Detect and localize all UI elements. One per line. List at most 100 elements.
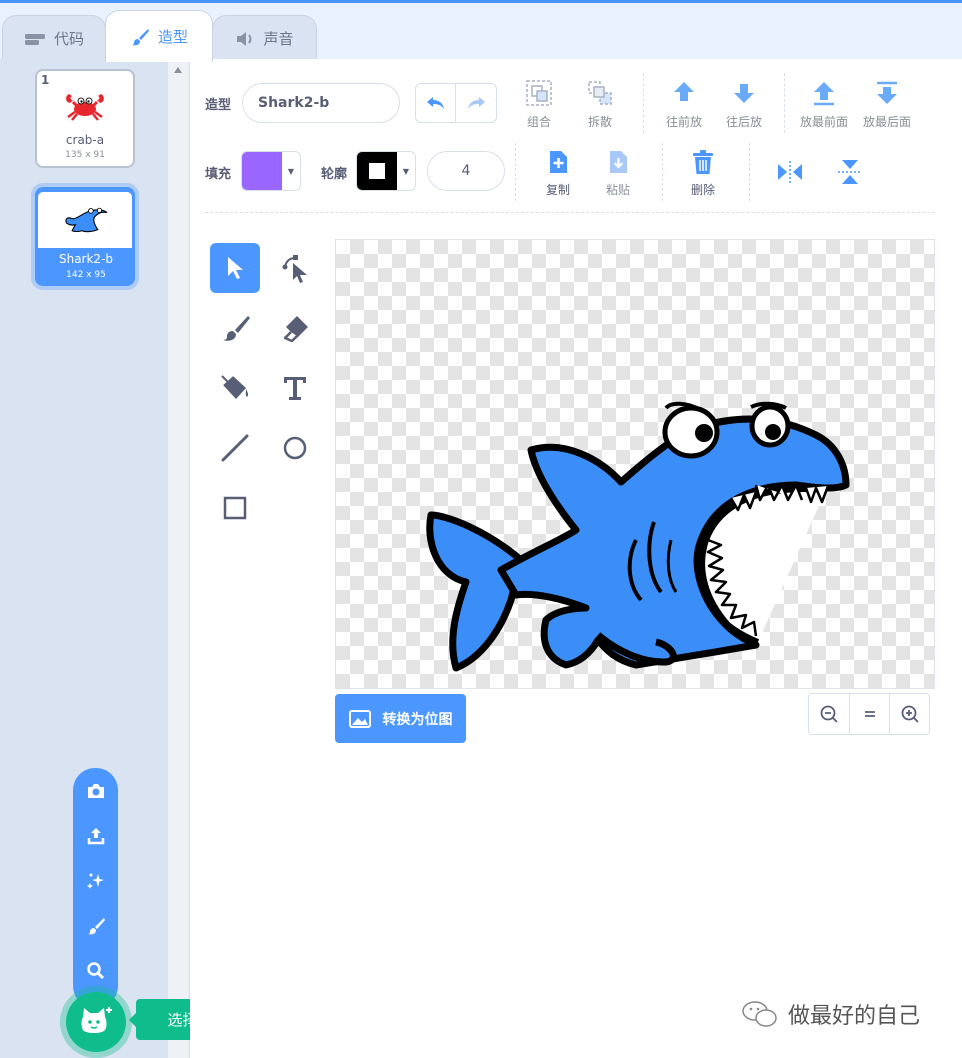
text-tool[interactable] <box>270 363 320 413</box>
zoom-controls <box>808 693 930 735</box>
backward-button[interactable]: 往后放 <box>726 79 762 130</box>
paint-editor: 造型 Shark2-b 组合 拆散 往前放 往后放 放最前面 放最后面 填充 ▼… <box>190 59 962 1058</box>
toolbar-separator <box>749 143 750 201</box>
circle-tool[interactable] <box>270 423 320 473</box>
brush-icon <box>131 28 149 45</box>
arrow-up-icon <box>674 82 694 101</box>
watermark: 做最好的自己 <box>740 996 920 1032</box>
to-back-icon <box>877 81 897 104</box>
zoom-out-button[interactable] <box>809 694 849 734</box>
undo-redo-group <box>415 83 497 123</box>
to-back-label: 放最后面 <box>863 115 912 129</box>
shark-costume-drawing[interactable] <box>336 240 935 689</box>
add-costume-menu <box>73 768 118 1008</box>
costume-size: 135 x 91 <box>65 150 105 160</box>
fill-tool[interactable] <box>210 363 260 413</box>
brush-tool[interactable] <box>210 303 260 353</box>
undo-button[interactable] <box>416 84 456 122</box>
outline-size-input[interactable]: 4 <box>427 151 505 191</box>
costume-item-crab[interactable]: 1 crab-a 135 x 91 <box>35 69 135 168</box>
paste-icon <box>610 151 627 173</box>
camera-button[interactable] <box>73 776 118 806</box>
paint-button[interactable] <box>73 911 118 941</box>
scroll-up-arrow-icon[interactable] <box>174 67 182 73</box>
costume-name: Shark2-b <box>58 252 114 266</box>
costume-thumbnail <box>37 81 133 131</box>
to-front-button[interactable]: 放最前面 <box>800 79 848 130</box>
to-back-button[interactable]: 放最后面 <box>863 79 911 130</box>
redo-button[interactable] <box>456 84 496 122</box>
costume-list-scrollbar[interactable] <box>168 59 188 1058</box>
chevron-down-icon: ▼ <box>287 166 295 176</box>
copy-button[interactable]: 复制 <box>545 149 571 198</box>
costume-name: crab-a <box>65 133 105 147</box>
costume-item-shark-selected[interactable]: 2 ✕ Shark2-b 142 x 95 <box>35 187 135 286</box>
redo-icon <box>468 97 485 109</box>
tab-code[interactable]: 代码 <box>2 15 106 61</box>
trash-icon <box>693 150 713 174</box>
arrow-down-icon <box>734 84 754 103</box>
ungroup-icon <box>588 81 612 105</box>
text-icon <box>284 377 306 400</box>
group-icon <box>526 80 552 106</box>
line-tool[interactable] <box>210 423 260 473</box>
drawing-canvas[interactable] <box>335 239 935 689</box>
convert-to-bitmap-label: 转换为位图 <box>382 711 453 728</box>
flip-horizontal-icon <box>778 161 802 183</box>
costume-size: 142 x 95 <box>66 270 106 280</box>
zoom-reset-icon <box>864 711 875 717</box>
choose-costume-button-inner[interactable] <box>66 992 126 1052</box>
image-icon <box>348 709 371 728</box>
reshape-tool[interactable] <box>270 243 320 293</box>
to-front-icon <box>814 82 834 106</box>
line-icon <box>221 434 249 462</box>
outline-color-picker[interactable]: ▼ <box>356 151 416 191</box>
flip-vertical-button[interactable] <box>836 159 864 185</box>
costume-thumbnail <box>38 192 132 248</box>
group-button[interactable]: 组合 <box>525 79 553 130</box>
tab-sounds[interactable]: 声音 <box>212 15 317 61</box>
shark-icon <box>65 207 108 233</box>
upload-icon <box>87 828 104 845</box>
tab-costumes-label: 造型 <box>157 28 188 46</box>
upload-button[interactable] <box>73 821 118 851</box>
costume-name-input[interactable]: Shark2-b <box>242 83 400 123</box>
paste-label: 粘贴 <box>605 183 630 197</box>
toolbar-separator <box>662 143 663 201</box>
fill-color-swatch <box>242 152 282 190</box>
delete-label: 删除 <box>690 183 715 197</box>
forward-button[interactable]: 往前放 <box>666 79 702 130</box>
chevron-down-icon: ▼ <box>402 166 410 176</box>
rectangle-icon <box>223 496 247 520</box>
select-tool[interactable] <box>210 243 260 293</box>
ungroup-button[interactable]: 拆散 <box>586 79 614 130</box>
fill-icon <box>221 375 249 399</box>
backward-label: 往后放 <box>726 115 763 129</box>
camera-icon <box>87 784 104 798</box>
brush-tool-icon <box>223 316 250 341</box>
eraser-icon <box>283 316 308 343</box>
paste-button[interactable]: 粘贴 <box>605 149 631 198</box>
delete-button[interactable]: 删除 <box>690 149 716 198</box>
code-icon <box>24 33 45 45</box>
surprise-button[interactable] <box>73 866 118 896</box>
tab-code-label: 代码 <box>53 30 84 48</box>
select-icon <box>228 257 243 279</box>
rectangle-tool[interactable] <box>210 483 260 533</box>
zoom-in-button[interactable] <box>889 694 929 734</box>
wechat-icon <box>742 1001 777 1027</box>
outline-label: 轮廓 <box>321 167 348 182</box>
eraser-tool[interactable] <box>270 303 320 353</box>
flip-horizontal-button[interactable] <box>776 159 804 185</box>
zoom-reset-button[interactable] <box>849 694 889 734</box>
costume-name-label: 造型 <box>205 98 232 113</box>
choose-costume-button[interactable] <box>60 986 132 1058</box>
copy-label: 复制 <box>545 183 570 197</box>
search-button[interactable] <box>73 956 118 986</box>
to-front-label: 放最前面 <box>800 115 849 129</box>
tab-costumes[interactable]: 造型 <box>105 10 213 62</box>
outline-color-swatch <box>357 152 397 190</box>
tab-sounds-label: 声音 <box>263 30 294 48</box>
convert-to-bitmap-button[interactable]: 转换为位图 <box>335 694 466 743</box>
fill-color-picker[interactable]: ▼ <box>241 151 301 191</box>
